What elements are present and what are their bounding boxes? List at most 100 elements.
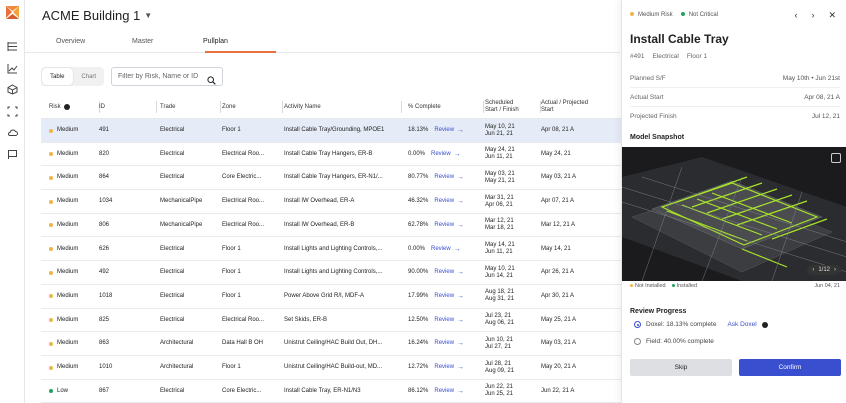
column-header-trade[interactable]: Trade: [160, 95, 221, 119]
review-link[interactable]: Review →: [434, 269, 464, 276]
chart-icon[interactable]: [4, 60, 21, 77]
risk-label: Medium: [57, 174, 79, 181]
chevron-right-icon[interactable]: ›: [834, 267, 836, 273]
table-row[interactable]: Medium 626 Electrical Floor 1 Install Lights…: [41, 238, 621, 262]
cell-pct: 80.77% Review →: [408, 166, 483, 189]
risk-dot: [49, 152, 53, 157]
review-link[interactable]: Review →: [434, 388, 464, 395]
review-link[interactable]: Review →: [434, 340, 464, 347]
table-row[interactable]: Medium 863 Architectural Data Hall B OH Unis…: [41, 332, 621, 356]
scheduled-finish: Jun 21, 21: [485, 130, 514, 137]
field-radio[interactable]: [634, 338, 641, 345]
chart-view-button[interactable]: Chart: [74, 67, 105, 86]
skip-button[interactable]: Skip: [630, 359, 732, 376]
cell-actual: May 14, 21: [541, 238, 619, 261]
model-snapshot[interactable]: ‹ 1/12 ›: [622, 147, 846, 281]
review-link[interactable]: Review →: [434, 317, 464, 324]
cell-pct: 18.13% Review →: [408, 119, 483, 142]
table-row[interactable]: Medium 806 MechanicalPipe Electrical Roo...…: [41, 214, 621, 238]
review-link[interactable]: Review →: [434, 222, 464, 229]
column-header-activity[interactable]: Activity Name: [284, 95, 402, 119]
column-divider[interactable]: [156, 101, 157, 113]
table-view-button[interactable]: Table: [42, 68, 73, 85]
column-divider[interactable]: [220, 101, 221, 113]
close-icon[interactable]: ✕: [828, 10, 836, 21]
review-link[interactable]: Review →: [434, 198, 464, 205]
id-text: 492: [99, 269, 110, 276]
info-icon[interactable]: [761, 321, 768, 328]
table-row[interactable]: Medium 864 Electrical Core Electric... Insta…: [41, 166, 621, 191]
activity-text: Install IW Overhead, ER-A: [284, 198, 355, 205]
chevron-left-icon[interactable]: ‹: [794, 10, 797, 21]
activity-text: Power Above Grid R/I, MDF-A: [284, 292, 365, 299]
cell-id: 825: [99, 309, 154, 332]
column-divider[interactable]: [282, 101, 283, 113]
table-row[interactable]: Low 867 Electrical Core Electric... Install …: [41, 380, 621, 403]
scan-icon[interactable]: [4, 103, 21, 120]
column-header-actual[interactable]: Actual / Projected Start: [541, 95, 616, 119]
column-header-scheduled[interactable]: Scheduled Start / Finish: [485, 95, 541, 119]
review-link[interactable]: Review →: [431, 151, 461, 158]
review-link[interactable]: Review →: [434, 174, 464, 181]
flag-icon[interactable]: [4, 146, 21, 163]
chevron-left-icon[interactable]: ‹: [812, 267, 814, 273]
doxel-option[interactable]: Doxel: 18.13% complete Ask Doxel: [634, 321, 768, 328]
column-header-id[interactable]: ID: [99, 95, 157, 119]
field-option[interactable]: Field: 40.00% complete: [634, 338, 714, 345]
cell-sched: Aug 18, 21 Aug 31, 21: [485, 285, 537, 308]
search-icon[interactable]: [207, 72, 216, 90]
column-divider[interactable]: [401, 101, 402, 113]
cell-activity: Install Cable Tray, ER-N1/N3: [284, 380, 402, 403]
zone-text: Floor 1: [222, 245, 241, 252]
table-row[interactable]: Medium 825 Electrical Electrical Roo... Set …: [41, 309, 621, 333]
id-text: 1018: [99, 292, 113, 299]
risk-dot: [49, 247, 53, 251]
zone-text: Electrical Roo...: [222, 198, 265, 205]
tab-pullplan[interactable]: Pullplan: [203, 38, 228, 45]
cell-pct: 12.72% Review →: [408, 356, 483, 379]
column-header-zone[interactable]: Zone: [222, 95, 283, 119]
column-header-complete[interactable]: % Complete: [408, 95, 484, 119]
page-title[interactable]: ACME Building 1 ▼: [42, 8, 152, 23]
field-option-label: Field: 40.00% complete: [646, 338, 714, 345]
table-row[interactable]: Medium 1018 Electrical Floor 1 Power Above G…: [41, 285, 621, 309]
table-row[interactable]: Medium 491 Electrical Floor 1 Install Cable …: [41, 119, 621, 143]
review-link[interactable]: Review →: [434, 364, 464, 371]
actual-text: May 14, 21: [541, 245, 571, 252]
table-row[interactable]: Medium 492 Electrical Floor 1 Install Lights…: [41, 261, 621, 285]
cloud-icon[interactable]: [4, 124, 21, 141]
cell-zone: Floor 1: [222, 238, 280, 261]
cell-pct: 16.24% Review →: [408, 332, 483, 355]
column-header-risk[interactable]: Risk: [49, 95, 100, 119]
doxel-radio[interactable]: [634, 321, 641, 328]
confirm-button[interactable]: Confirm: [739, 359, 841, 376]
review-link[interactable]: Review →: [431, 246, 461, 253]
review-link[interactable]: Review →: [434, 293, 464, 300]
zone-text: Electrical Roo...: [222, 221, 265, 228]
risk-label: Medium: [57, 269, 79, 276]
app-logo[interactable]: [4, 4, 21, 21]
actual-text: May 24, 21: [541, 150, 571, 157]
id-text: 863: [99, 340, 110, 347]
table-row[interactable]: Medium 820 Electrical Electrical Roo... Inst…: [41, 143, 621, 167]
cell-id: 1010: [99, 356, 154, 379]
tab-overview[interactable]: Overview: [56, 38, 85, 45]
arrow-right-icon: →: [457, 340, 465, 348]
cube-icon[interactable]: [4, 81, 21, 98]
table-row[interactable]: Medium 1034 MechanicalPipe Electrical Roo..…: [41, 190, 621, 214]
column-divider[interactable]: [483, 101, 484, 113]
actual-text: Apr 08, 21 A: [541, 127, 575, 133]
info-icon[interactable]: [63, 104, 70, 110]
review-link[interactable]: Review →: [434, 127, 464, 134]
ask-doxel-link[interactable]: Ask Doxel: [727, 321, 756, 328]
chevron-right-icon[interactable]: ›: [811, 10, 814, 21]
cell-sched: May 10, 21 Jun 21, 21: [485, 119, 537, 142]
tab-master[interactable]: Master: [132, 38, 153, 45]
list-icon[interactable]: [4, 38, 21, 55]
search-input[interactable]: [118, 73, 204, 80]
cell-trade: MechanicalPipe: [160, 214, 218, 237]
id-text: 1010: [99, 364, 113, 370]
table-row[interactable]: Medium 1010 Architectural Floor 1 Unistrut C…: [41, 356, 621, 380]
expand-icon[interactable]: [831, 153, 841, 163]
percent-complete: 12.72%: [408, 364, 429, 370]
